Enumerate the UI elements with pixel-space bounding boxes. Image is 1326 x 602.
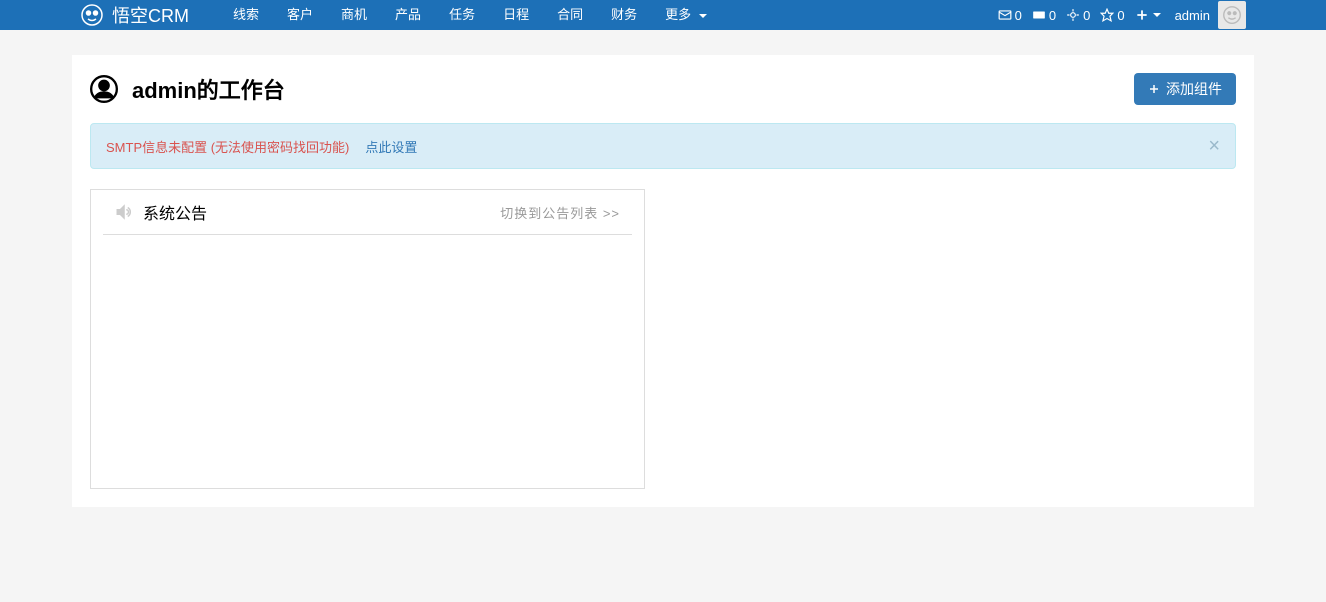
alert-warning-text: SMTP信息未配置 (无法使用密码找回功能) bbox=[106, 137, 349, 156]
widget-switch-link[interactable]: 切换到公告列表 >> bbox=[500, 203, 620, 222]
caret-down-icon bbox=[699, 14, 707, 18]
nav-products[interactable]: 产品 bbox=[381, 0, 435, 30]
stat-card[interactable]: 0 bbox=[1032, 8, 1056, 23]
brand[interactable]: 悟空CRM bbox=[80, 2, 189, 28]
monkey-logo-icon bbox=[80, 3, 104, 27]
navbar-right: 0 0 0 0 admin bbox=[998, 1, 1246, 29]
username-label[interactable]: admin bbox=[1175, 8, 1210, 23]
add-widget-button[interactable]: 添加组件 bbox=[1134, 73, 1236, 105]
nav-more[interactable]: 更多 bbox=[651, 0, 721, 30]
widget-header: 系统公告 切换到公告列表 >> bbox=[103, 190, 632, 235]
nav-schedule[interactable]: 日程 bbox=[489, 0, 543, 30]
quick-add-menu[interactable] bbox=[1135, 8, 1161, 22]
nav-opportunities[interactable]: 商机 bbox=[327, 0, 381, 30]
smtp-alert: SMTP信息未配置 (无法使用密码找回功能) 点此设置 × bbox=[90, 123, 1236, 169]
star-icon bbox=[1100, 8, 1114, 22]
page-header: admin的工作台 添加组件 bbox=[90, 73, 1236, 105]
page-title: admin的工作台 bbox=[132, 73, 285, 105]
user-circle-icon bbox=[90, 75, 118, 103]
stat-approval[interactable]: 0 bbox=[1066, 8, 1090, 23]
nav-leads[interactable]: 线索 bbox=[219, 0, 273, 30]
nav-contracts[interactable]: 合同 bbox=[543, 0, 597, 30]
stat-star[interactable]: 0 bbox=[1100, 8, 1124, 23]
alert-settings-link[interactable]: 点此设置 bbox=[365, 137, 417, 156]
nav-tasks[interactable]: 任务 bbox=[435, 0, 489, 30]
widget-title: 系统公告 bbox=[143, 200, 207, 224]
user-avatar[interactable] bbox=[1218, 1, 1246, 29]
plus-icon bbox=[1148, 83, 1160, 95]
stat-mail[interactable]: 0 bbox=[998, 8, 1022, 23]
plus-icon bbox=[1135, 8, 1149, 22]
alert-content: SMTP信息未配置 (无法使用密码找回功能) 点此设置 bbox=[106, 137, 417, 156]
announcement-widget: 系统公告 切换到公告列表 >> bbox=[90, 189, 645, 489]
widget-header-left: 系统公告 bbox=[115, 200, 207, 224]
nav-finance[interactable]: 财务 bbox=[597, 0, 651, 30]
nav-customers[interactable]: 客户 bbox=[273, 0, 327, 30]
approval-icon bbox=[1066, 8, 1080, 22]
brand-name: 悟空CRM bbox=[112, 2, 189, 28]
monkey-avatar-icon bbox=[1221, 4, 1243, 26]
speaker-icon bbox=[115, 203, 133, 221]
envelope-icon bbox=[998, 8, 1012, 22]
main-nav: 线索 客户 商机 产品 任务 日程 合同 财务 更多 bbox=[219, 0, 998, 30]
page-title-wrap: admin的工作台 bbox=[90, 73, 285, 105]
alert-close-button[interactable]: × bbox=[1208, 136, 1220, 156]
card-icon bbox=[1032, 8, 1046, 22]
main-container: admin的工作台 添加组件 SMTP信息未配置 (无法使用密码找回功能) 点此… bbox=[72, 55, 1254, 507]
caret-down-icon bbox=[1153, 13, 1161, 17]
top-navbar: 悟空CRM 线索 客户 商机 产品 任务 日程 合同 财务 更多 0 0 0 0 bbox=[0, 0, 1326, 30]
